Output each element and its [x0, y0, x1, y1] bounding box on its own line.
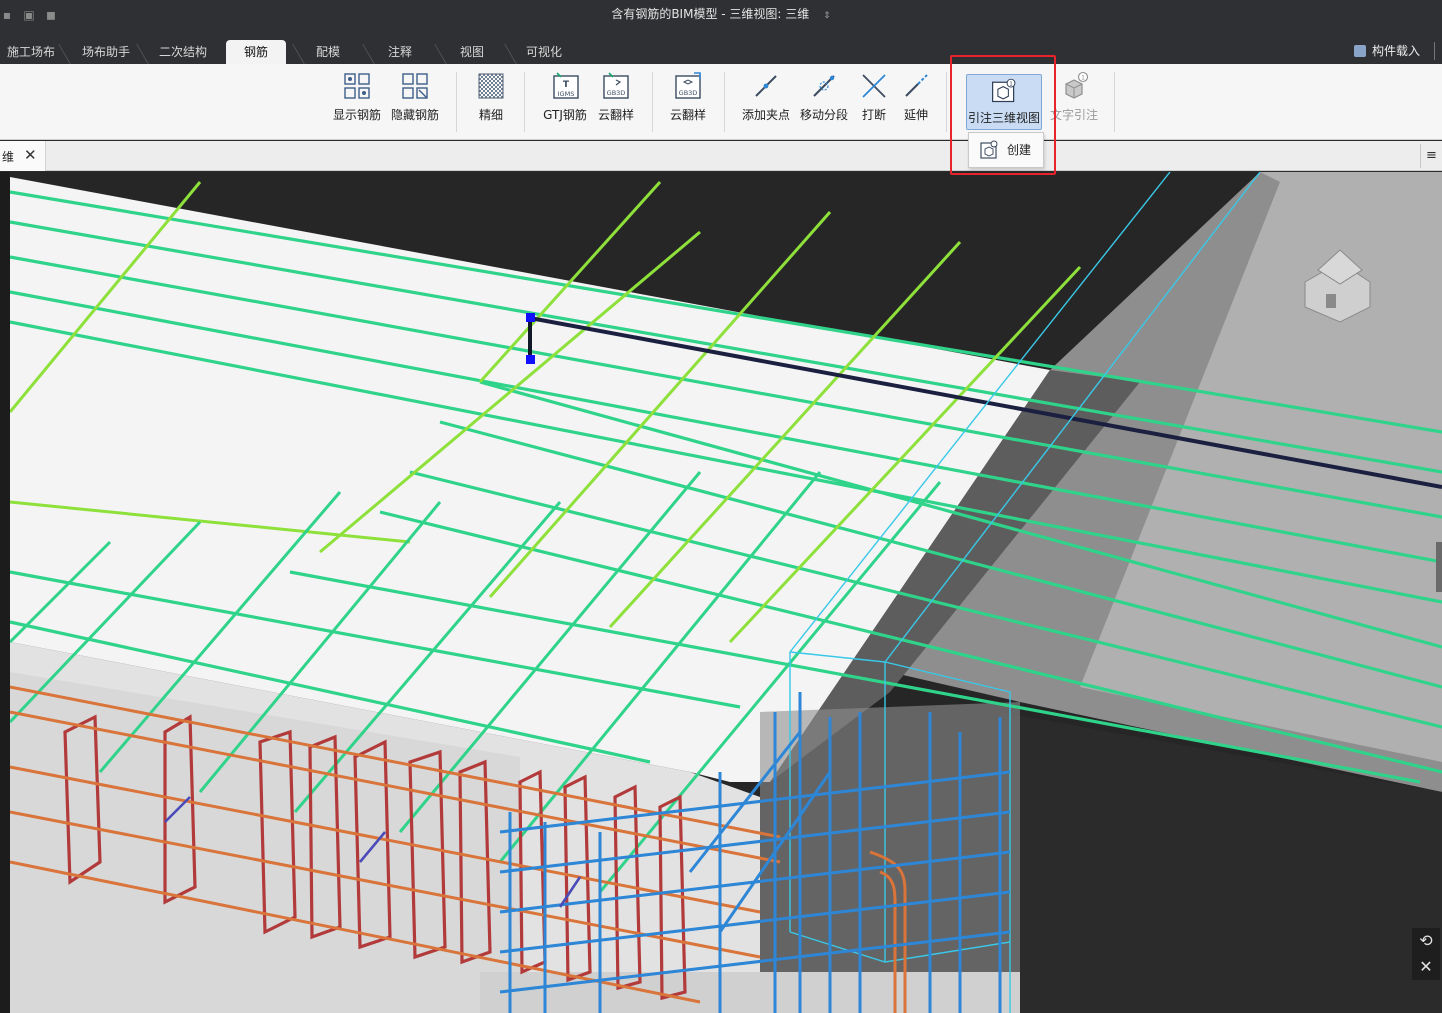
ribbon-toolbar: 显示钢筋 隐藏钢筋 精细 T IGMS GTJ钢筋 GB3D 云翻样 GB3D … — [0, 64, 1442, 140]
show-rebar-icon — [344, 73, 370, 99]
fine-detail-button[interactable]: 精细 — [472, 70, 510, 134]
fine-detail-label: 精细 — [478, 108, 503, 122]
create-label: 创建 — [1007, 143, 1032, 157]
tab-annotation[interactable]: 注释 — [376, 40, 424, 64]
cloud-layout-icon: GB3D — [603, 72, 629, 99]
ribbon-separator — [946, 72, 947, 132]
view-tab-label: 维 — [2, 150, 15, 164]
close-icon[interactable]: ✕ — [1412, 954, 1440, 980]
3d-viewport[interactable]: ⟲ ✕ — [0, 172, 1442, 1013]
tab-bar-edge — [1434, 42, 1438, 60]
title-bar: ▪ ▣ ◼ 含有钢筋的BIM模型 - 三维视图: 三维 ⇕ — [0, 0, 1442, 38]
app-window: ▪ ▣ ◼ 含有钢筋的BIM模型 - 三维视图: 三维 ⇕ 施工场布 场布助手 … — [0, 0, 1442, 1013]
view-switch-icon[interactable]: ⇕ — [823, 11, 831, 21]
svg-text:1: 1 — [1081, 75, 1085, 82]
component-load-icon — [1353, 45, 1366, 57]
text-annotation-button[interactable]: 1 文字引注 — [1048, 70, 1100, 134]
tab-construction-layout[interactable]: 施工场布 — [0, 40, 62, 64]
cloud-layout-3d-label: 云翻样 — [669, 108, 706, 122]
create-menu-item[interactable]: 创建 — [973, 137, 1039, 163]
document-tab-bar: 维 ✕ ≡ — [0, 141, 1442, 171]
3d-model-canvas[interactable] — [0, 172, 1442, 1013]
extend-label: 延伸 — [903, 108, 928, 122]
ribbon-separator — [524, 72, 525, 132]
break-label: 打断 — [861, 108, 886, 122]
show-rebar-label: 显示钢筋 — [332, 108, 381, 122]
add-grip-label: 添加夹点 — [741, 108, 790, 122]
tab-visualization[interactable]: 可视化 — [518, 40, 570, 64]
component-load-button[interactable]: 构件载入 — [1353, 42, 1420, 60]
ribbon-separator — [652, 72, 653, 132]
window-title: 含有钢筋的BIM模型 - 三维视图: 三维 ⇕ — [0, 5, 1442, 22]
view-tab-3d[interactable]: 维 ✕ — [0, 141, 46, 171]
annotate-3d-view-button[interactable]: 1 引注三维视图 — [966, 74, 1042, 130]
annotate-3d-view-icon: 1 — [992, 78, 1016, 103]
hide-rebar-icon — [402, 73, 428, 99]
gtj-icon-text: IGMS — [558, 90, 575, 98]
extend-icon — [905, 74, 928, 97]
ribbon-separator — [1114, 72, 1115, 132]
tab-formwork[interactable]: 配模 — [306, 40, 350, 64]
svg-text:1: 1 — [1009, 81, 1012, 87]
annotate-dropdown: 创建 — [968, 132, 1044, 168]
add-grip-button[interactable]: 添加夹点 — [740, 70, 792, 134]
tab-rebar[interactable]: 钢筋 — [226, 40, 286, 64]
break-button[interactable]: 打断 — [858, 70, 890, 134]
rotate-icon[interactable]: ⟲ — [1412, 928, 1440, 954]
viewport-scroll-handle[interactable] — [1436, 542, 1442, 592]
menu-tab-bar: 施工场布 场布助手 二次结构 钢筋 配模 注释 视图 可视化 构件载入 — [0, 38, 1442, 64]
hide-rebar-button[interactable]: 隐藏钢筋 — [390, 70, 440, 134]
cloud-layout-3d-button[interactable]: GB3D 云翻样 — [668, 70, 708, 134]
move-segment-icon — [813, 75, 835, 97]
tab-list-menu-icon[interactable]: ≡ — [1420, 144, 1442, 168]
ribbon-separator — [456, 72, 457, 132]
annotate-3d-view-label: 引注三维视图 — [967, 111, 1040, 125]
cloud-layout-button[interactable]: GB3D 云翻样 — [596, 70, 636, 134]
hide-rebar-label: 隐藏钢筋 — [390, 108, 439, 122]
ribbon-separator — [724, 72, 725, 132]
tab-secondary-structure[interactable]: 二次结构 — [150, 40, 216, 64]
cloud-layout-label: 云翻样 — [597, 108, 634, 122]
move-segment-label: 移动分段 — [799, 108, 848, 122]
column-base — [480, 972, 1020, 1013]
break-icon — [862, 74, 886, 98]
extend-button[interactable]: 延伸 — [900, 70, 932, 134]
text-annotation-icon: 1 — [1065, 71, 1089, 99]
svg-text:T: T — [563, 80, 570, 90]
text-annotation-label: 文字引注 — [1049, 108, 1098, 122]
gtj-rebar-button[interactable]: T IGMS GTJ钢筋 — [540, 70, 590, 134]
cloud-layout-3d-icon-text: GB3D — [679, 89, 698, 97]
gtj-rebar-label: GTJ钢筋 — [543, 108, 587, 122]
fine-detail-icon — [478, 73, 504, 99]
tab-layout-assistant[interactable]: 场布助手 — [72, 40, 140, 64]
close-tab-icon[interactable]: ✕ — [24, 146, 37, 164]
cloud-layout-3d-icon: GB3D — [675, 72, 701, 99]
viewport-left-edge — [0, 172, 10, 1013]
cloud-layout-icon-text: GB3D — [607, 89, 626, 97]
show-rebar-button[interactable]: 显示钢筋 — [332, 70, 382, 134]
gtj-rebar-icon: T IGMS — [553, 72, 579, 99]
component-load-label: 构件载入 — [1371, 44, 1420, 58]
tab-view[interactable]: 视图 — [448, 40, 496, 64]
window-title-text: 含有钢筋的BIM模型 - 三维视图: 三维 — [611, 7, 810, 21]
move-segment-button[interactable]: 移动分段 — [798, 70, 850, 134]
create-icon — [980, 140, 998, 159]
add-grip-icon — [755, 75, 777, 97]
